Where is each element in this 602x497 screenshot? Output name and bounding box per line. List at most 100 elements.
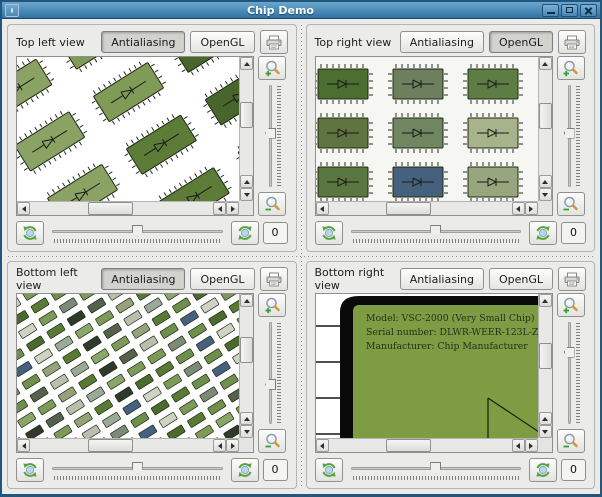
slider-ticks	[575, 323, 580, 423]
arrow-right-icon	[529, 442, 533, 449]
close-button[interactable]	[580, 3, 597, 17]
chip-scene[interactable]	[17, 294, 239, 438]
arrow-down-icon	[243, 192, 250, 197]
horizontal-scrollbar	[315, 438, 538, 452]
rotate-left-button[interactable]	[16, 457, 44, 482]
scroll-up-button-2[interactable]	[240, 412, 253, 425]
arrow-up-icon	[243, 179, 250, 184]
chip-scene[interactable]	[17, 57, 239, 201]
zoom-in-button[interactable]	[556, 56, 585, 80]
rotate-slider-handle[interactable]	[131, 461, 143, 474]
scrollbar-thumb[interactable]	[87, 439, 133, 452]
scrollbar-thumb[interactable]	[538, 342, 552, 369]
scroll-up-button[interactable]	[240, 294, 253, 307]
scroll-up-button-2[interactable]	[538, 175, 552, 188]
scrollbar-track	[30, 439, 213, 452]
rotate-right-button[interactable]	[529, 457, 557, 482]
antialiasing-button[interactable]: Antialiasing	[101, 268, 186, 290]
rotate-right-button[interactable]	[230, 220, 259, 245]
scroll-left-button[interactable]	[315, 202, 329, 215]
antialiasing-button[interactable]: Antialiasing	[399, 268, 484, 290]
print-button[interactable]	[558, 30, 586, 54]
scroll-up-button[interactable]	[538, 57, 552, 70]
chip-scene[interactable]: Model: VSC-2000 (Very Small Chip) at 9 Se…	[315, 294, 538, 438]
scroll-left-button[interactable]	[315, 439, 329, 452]
scroll-up-button-2[interactable]	[240, 175, 253, 188]
scrollbar-track	[240, 70, 253, 175]
zoom-slider-handle[interactable]	[563, 346, 575, 358]
scroll-left-button-2[interactable]	[511, 439, 525, 452]
zoom-slider-handle[interactable]	[265, 127, 276, 139]
opengl-button[interactable]: OpenGL	[488, 31, 553, 53]
scrollbar-thumb[interactable]	[386, 439, 432, 452]
rotate-right-button[interactable]	[230, 457, 259, 482]
zoom-slider-handle[interactable]	[563, 127, 575, 139]
zoom-slider-handle[interactable]	[265, 378, 276, 390]
rotate-slider-handle[interactable]	[131, 224, 143, 237]
zoom-out-button[interactable]	[258, 429, 286, 453]
graphics-view	[314, 56, 553, 216]
scroll-up-button[interactable]	[538, 294, 552, 307]
maximize-button[interactable]	[561, 3, 578, 17]
rotate-slider	[50, 223, 225, 243]
antialiasing-button[interactable]: Antialiasing	[399, 31, 484, 53]
zoom-out-button[interactable]	[556, 429, 585, 453]
scroll-up-button[interactable]	[240, 57, 253, 70]
opengl-button[interactable]: OpenGL	[488, 268, 553, 290]
scroll-right-button[interactable]	[226, 439, 239, 452]
zoom-out-button[interactable]	[258, 192, 286, 216]
scroll-right-button[interactable]	[524, 202, 538, 215]
scrollbar-track	[329, 439, 512, 452]
vertical-scrollbar	[239, 57, 253, 201]
scrollbar-thumb[interactable]	[386, 202, 432, 215]
horizontal-scrollbar	[315, 201, 538, 215]
arrow-up-icon	[243, 298, 250, 303]
arrow-down-icon	[243, 429, 250, 434]
scroll-right-button[interactable]	[226, 202, 239, 215]
scrollbar-thumb[interactable]	[538, 103, 552, 130]
scrollbar-corner	[239, 201, 253, 215]
scroll-down-button[interactable]	[538, 425, 552, 438]
scroll-down-button[interactable]	[240, 188, 253, 201]
zoom-out-button[interactable]	[556, 192, 585, 216]
scroll-left-button-2[interactable]	[511, 202, 525, 215]
rotate-slider-handle[interactable]	[430, 224, 442, 237]
panel-title: Top left view	[16, 35, 85, 49]
zoom-in-button[interactable]	[258, 56, 286, 80]
rotate-left-button[interactable]	[314, 220, 343, 245]
scroll-left-button[interactable]	[17, 202, 30, 215]
scroll-left-button[interactable]	[17, 439, 30, 452]
opengl-button[interactable]: OpenGL	[190, 268, 255, 290]
scroll-down-button[interactable]	[538, 188, 552, 201]
scroll-left-button-2[interactable]	[213, 439, 226, 452]
scrollbar-thumb[interactable]	[240, 101, 253, 128]
panel-bottom-left: Bottom left view Antialiasing OpenGL 0	[7, 261, 297, 489]
slider-groove	[567, 322, 571, 424]
rotate-right-button[interactable]	[529, 220, 557, 245]
rotate-slider-handle[interactable]	[430, 461, 442, 474]
print-button[interactable]	[558, 267, 586, 291]
scroll-up-button-2[interactable]	[538, 412, 552, 425]
zoom-in-button[interactable]	[258, 293, 286, 317]
print-button[interactable]	[259, 267, 288, 291]
rotate-left-button[interactable]	[314, 457, 343, 482]
opengl-button[interactable]: OpenGL	[190, 31, 255, 53]
print-button[interactable]	[259, 30, 288, 54]
horizontal-splitter-handle[interactable]	[8, 256, 594, 257]
zoom-slider	[562, 320, 580, 426]
scrollbar-track	[329, 202, 512, 215]
chip-scene[interactable]	[315, 57, 538, 201]
minimize-button[interactable]	[542, 3, 559, 17]
arrow-right-icon	[230, 205, 235, 212]
rotate-left-button[interactable]	[16, 220, 44, 245]
scroll-down-button[interactable]	[240, 425, 253, 438]
arrow-left-icon	[217, 442, 222, 449]
circle-window-icon[interactable]	[5, 3, 19, 17]
scrollbar-thumb[interactable]	[240, 337, 253, 364]
scroll-left-button-2[interactable]	[213, 202, 226, 215]
antialiasing-button[interactable]: Antialiasing	[101, 31, 186, 53]
scrollbar-thumb[interactable]	[87, 202, 133, 215]
scroll-right-button[interactable]	[524, 439, 538, 452]
horizontal-scrollbar	[17, 201, 239, 215]
zoom-in-button[interactable]	[556, 293, 585, 317]
